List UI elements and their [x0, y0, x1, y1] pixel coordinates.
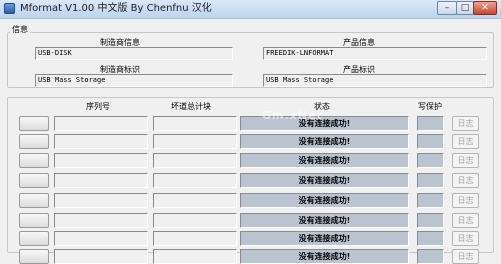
info-group-label: 信息	[10, 25, 30, 35]
log-button[interactable]: 日志	[452, 193, 479, 208]
log-button[interactable]: 日志	[452, 134, 479, 149]
write-protect-field	[417, 193, 444, 208]
bad-blocks-header: 坏道总计块	[171, 102, 211, 111]
status-field: 没有连接成功!	[240, 231, 409, 246]
device-row: 没有连接成功! 日志	[0, 153, 501, 168]
device-select-button[interactable]	[19, 134, 49, 149]
status-field: 没有连接成功!	[240, 134, 409, 149]
device-row: 没有连接成功! 日志	[0, 134, 501, 149]
serial-field	[54, 249, 148, 264]
bad-blocks-field	[153, 153, 237, 168]
serial-field	[54, 173, 148, 188]
window-title: Mformat V1.00 中文版 By Chenfnu 汉化	[20, 3, 212, 14]
write-protect-field	[417, 231, 444, 246]
product-info-field: FREEDIK-LNFORMAT	[263, 47, 487, 60]
serial-field	[54, 213, 148, 228]
device-select-button[interactable]	[19, 153, 49, 168]
device-select-button[interactable]	[19, 116, 49, 131]
status-field: 没有连接成功!	[240, 193, 409, 208]
device-row: 没有连接成功! 日志	[0, 249, 501, 264]
write-protect-field	[417, 134, 444, 149]
bad-blocks-field	[153, 134, 237, 149]
log-button[interactable]: 日志	[452, 213, 479, 228]
device-select-button[interactable]	[19, 249, 49, 264]
manufacturer-id-field: USB Mass Storage	[35, 74, 233, 87]
device-row: 没有连接成功! 日志	[0, 231, 501, 246]
device-row: 没有连接成功! 日志	[0, 213, 501, 228]
serial-field	[54, 231, 148, 246]
log-button[interactable]: 日志	[452, 173, 479, 188]
bad-blocks-field	[153, 213, 237, 228]
bad-blocks-field	[153, 173, 237, 188]
write-protect-field	[417, 173, 444, 188]
status-field: 没有连接成功!	[240, 213, 409, 228]
device-row: 没有连接成功! 日志	[0, 116, 501, 131]
log-button[interactable]: 日志	[452, 116, 479, 131]
device-select-button[interactable]	[19, 173, 49, 188]
device-select-button[interactable]	[19, 193, 49, 208]
write-protect-field	[417, 249, 444, 264]
write-protect-field	[417, 116, 444, 131]
manufacturer-info-field: USB-DISK	[35, 47, 233, 60]
log-button[interactable]: 日志	[452, 249, 479, 264]
device-select-button[interactable]	[19, 213, 49, 228]
device-row: 没有连接成功! 日志	[0, 173, 501, 188]
maximize-button[interactable]: □	[456, 1, 474, 15]
product-id-field: USB Mass Storage	[263, 74, 487, 87]
serial-field	[54, 153, 148, 168]
serial-field	[54, 134, 148, 149]
device-select-button[interactable]	[19, 231, 49, 246]
write-protect-field	[417, 213, 444, 228]
status-field: 没有连接成功!	[240, 153, 409, 168]
log-button[interactable]: 日志	[452, 153, 479, 168]
status-field: 没有连接成功!	[240, 249, 409, 264]
serial-field	[54, 193, 148, 208]
log-button[interactable]: 日志	[452, 231, 479, 246]
serial-field	[54, 116, 148, 131]
minimize-button[interactable]: –	[437, 1, 457, 15]
bad-blocks-field	[153, 249, 237, 264]
serial-header: 序列号	[86, 102, 110, 111]
bad-blocks-field	[153, 116, 237, 131]
bad-blocks-field	[153, 231, 237, 246]
close-button[interactable]: ✕	[473, 1, 497, 15]
write-protect-header: 写保护	[418, 102, 442, 111]
device-row: 没有连接成功! 日志	[0, 193, 501, 208]
bad-blocks-field	[153, 193, 237, 208]
title-bar[interactable]: Mformat V1.00 中文版 By Chenfnu 汉化 – □ ✕	[0, 0, 501, 19]
app-icon	[4, 3, 15, 14]
watermark: Gm.xNet	[262, 109, 323, 122]
write-protect-field	[417, 153, 444, 168]
status-field: 没有连接成功!	[240, 173, 409, 188]
